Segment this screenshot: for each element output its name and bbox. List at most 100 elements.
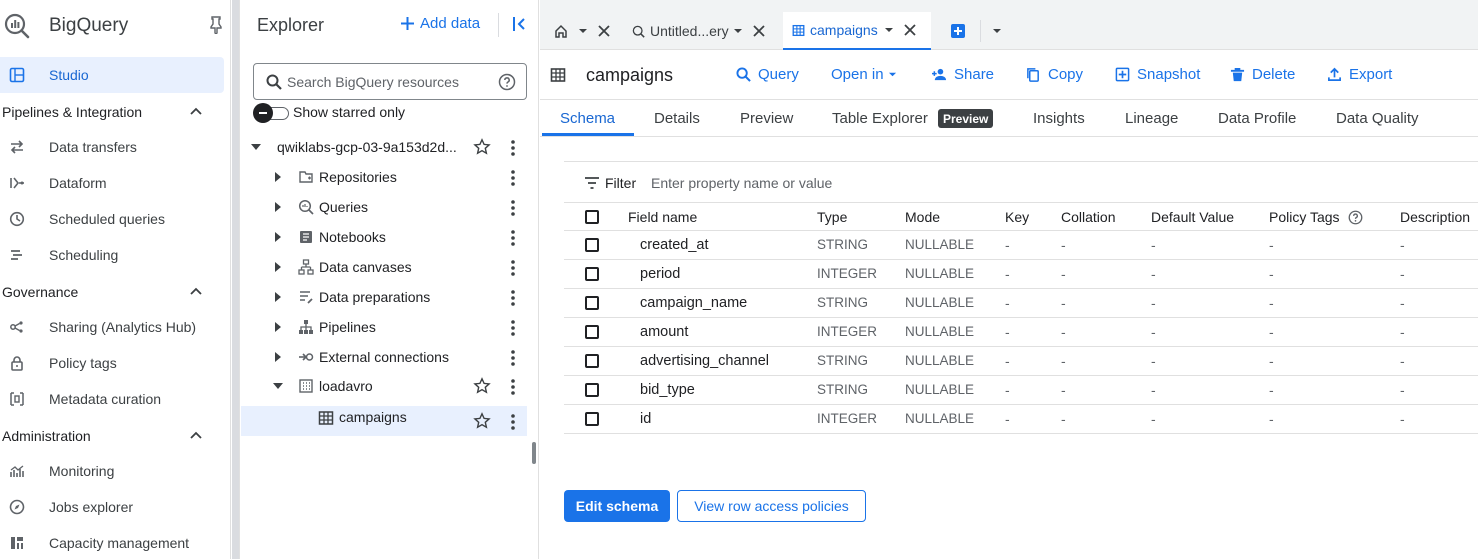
nav-item-data-transfers[interactable]: Data transfers <box>0 129 224 165</box>
tree-external-connections[interactable]: External connections <box>241 342 527 372</box>
nav-section-administration[interactable]: Administration <box>0 418 224 454</box>
tree-pipelines[interactable]: Pipelines <box>241 312 527 342</box>
close-icon[interactable] <box>598 25 610 37</box>
header-field-name[interactable]: Field name <box>628 209 697 225</box>
row-checkbox[interactable] <box>585 238 599 252</box>
tree-queries[interactable]: Queries <box>241 192 527 222</box>
table-row[interactable]: bid_type STRING NULLABLE - - - - - <box>564 376 1478 405</box>
copy-button[interactable]: Copy <box>1026 66 1083 83</box>
tree-repositories[interactable]: Repositories <box>241 162 527 192</box>
more-vert-icon[interactable] <box>509 229 517 247</box>
table-row[interactable]: campaign_name STRING NULLABLE - - - - - <box>564 289 1478 318</box>
tab-lineage[interactable]: Lineage <box>1125 110 1178 127</box>
header-key[interactable]: Key <box>1005 209 1029 225</box>
tab-home[interactable] <box>550 12 620 50</box>
table-row[interactable]: created_at STRING NULLABLE - - - - - <box>564 231 1478 260</box>
filter-input[interactable] <box>651 173 1051 193</box>
tabs-overflow-button[interactable] <box>992 12 1006 50</box>
caret-right-icon[interactable] <box>272 291 284 303</box>
share-button[interactable]: Share <box>932 66 994 83</box>
tab-campaigns[interactable]: campaigns <box>783 12 931 50</box>
nav-section-pipelines[interactable]: Pipelines & Integration <box>0 94 224 130</box>
header-default-value[interactable]: Default Value <box>1151 209 1234 225</box>
more-vert-icon[interactable] <box>509 169 517 187</box>
more-vert-icon[interactable] <box>509 139 517 157</box>
header-mode[interactable]: Mode <box>905 209 940 225</box>
caret-right-icon[interactable] <box>272 351 284 363</box>
tab-schema[interactable]: Schema <box>560 110 615 127</box>
nav-item-scheduling[interactable]: Scheduling <box>0 237 224 273</box>
view-row-access-policies-button[interactable]: View row access policies <box>677 490 866 522</box>
table-row[interactable]: id INTEGER NULLABLE - - - - - <box>564 405 1478 434</box>
nav-item-sharing[interactable]: Sharing (Analytics Hub) <box>0 309 224 345</box>
show-starred-toggle[interactable] <box>253 103 289 123</box>
tree-project[interactable]: qwiklabs-gcp-03-9a153d2d... <box>241 132 527 162</box>
tab-data-profile[interactable]: Data Profile <box>1218 110 1296 127</box>
row-checkbox[interactable] <box>585 383 599 397</box>
row-checkbox[interactable] <box>585 267 599 281</box>
nav-item-jobs-explorer[interactable]: Jobs explorer <box>0 489 224 525</box>
pin-icon[interactable] <box>208 16 224 34</box>
explorer-scrollbar[interactable] <box>532 442 536 464</box>
collapse-panel-icon[interactable] <box>511 15 529 33</box>
snapshot-button[interactable]: Snapshot <box>1115 66 1200 83</box>
caret-down-icon[interactable] <box>884 25 894 35</box>
tree-notebooks[interactable]: Notebooks <box>241 222 527 252</box>
tab-insights[interactable]: Insights <box>1033 110 1085 127</box>
caret-right-icon[interactable] <box>272 171 284 183</box>
edit-schema-button[interactable]: Edit schema <box>564 490 670 522</box>
help-icon[interactable] <box>1348 210 1363 225</box>
tab-preview[interactable]: Preview <box>740 110 793 127</box>
tab-details[interactable]: Details <box>654 110 700 127</box>
query-button[interactable]: Query <box>736 66 799 83</box>
open-in-button[interactable]: Open in <box>831 66 897 83</box>
more-vert-icon[interactable] <box>509 378 517 396</box>
caret-right-icon[interactable] <box>272 231 284 243</box>
nav-item-dataform[interactable]: Dataform <box>0 165 224 201</box>
tab-table-explorer[interactable]: Table Explorer <box>832 110 928 127</box>
tab-data-quality[interactable]: Data Quality <box>1336 110 1419 127</box>
table-row[interactable]: period INTEGER NULLABLE - - - - - <box>564 260 1478 289</box>
more-vert-icon[interactable] <box>509 199 517 217</box>
caret-down-icon[interactable] <box>733 26 743 36</box>
more-vert-icon[interactable] <box>509 413 517 431</box>
help-icon[interactable] <box>498 73 516 91</box>
row-checkbox[interactable] <box>585 296 599 310</box>
nav-item-metadata-curation[interactable]: Metadata curation <box>0 381 224 417</box>
more-vert-icon[interactable] <box>509 289 517 307</box>
caret-down-icon[interactable] <box>250 141 262 153</box>
tree-table-campaigns[interactable]: campaigns <box>241 406 527 436</box>
nav-scrollbar-thumb[interactable] <box>232 0 239 559</box>
explorer-search[interactable] <box>253 63 527 100</box>
tab-untitled-query[interactable]: Untitled...ery <box>632 12 772 50</box>
search-input[interactable] <box>287 72 487 92</box>
close-icon[interactable] <box>752 25 765 37</box>
nav-item-scheduled-queries[interactable]: Scheduled queries <box>0 201 224 237</box>
caret-right-icon[interactable] <box>272 261 284 273</box>
header-description[interactable]: Description <box>1400 209 1470 225</box>
nav-item-policy-tags[interactable]: Policy tags <box>0 345 224 381</box>
caret-down-icon[interactable] <box>272 380 284 392</box>
select-all-checkbox[interactable] <box>585 210 599 224</box>
close-icon[interactable] <box>904 24 916 36</box>
delete-button[interactable]: Delete <box>1230 66 1295 83</box>
row-checkbox[interactable] <box>585 354 599 368</box>
caret-right-icon[interactable] <box>272 201 284 213</box>
row-checkbox[interactable] <box>585 412 599 426</box>
caret-right-icon[interactable] <box>272 321 284 333</box>
export-button[interactable]: Export <box>1327 66 1392 83</box>
add-data-button[interactable]: Add data <box>401 15 480 32</box>
tree-data-preparations[interactable]: Data preparations <box>241 282 527 312</box>
more-vert-icon[interactable] <box>509 259 517 277</box>
nav-item-capacity-management[interactable]: Capacity management <box>0 525 224 559</box>
header-collation[interactable]: Collation <box>1061 209 1115 225</box>
table-row[interactable]: amount INTEGER NULLABLE - - - - - <box>564 318 1478 347</box>
table-row[interactable]: advertising_channel STRING NULLABLE - - - - - <box>564 347 1478 376</box>
new-tab-button[interactable] <box>950 12 970 50</box>
tree-dataset-loadavro[interactable]: loadavro <box>241 371 527 401</box>
star-icon[interactable] <box>473 138 491 156</box>
nav-item-studio[interactable]: Studio <box>0 57 224 93</box>
tree-data-canvases[interactable]: Data canvases <box>241 252 527 282</box>
more-vert-icon[interactable] <box>509 349 517 367</box>
star-icon[interactable] <box>473 412 491 430</box>
